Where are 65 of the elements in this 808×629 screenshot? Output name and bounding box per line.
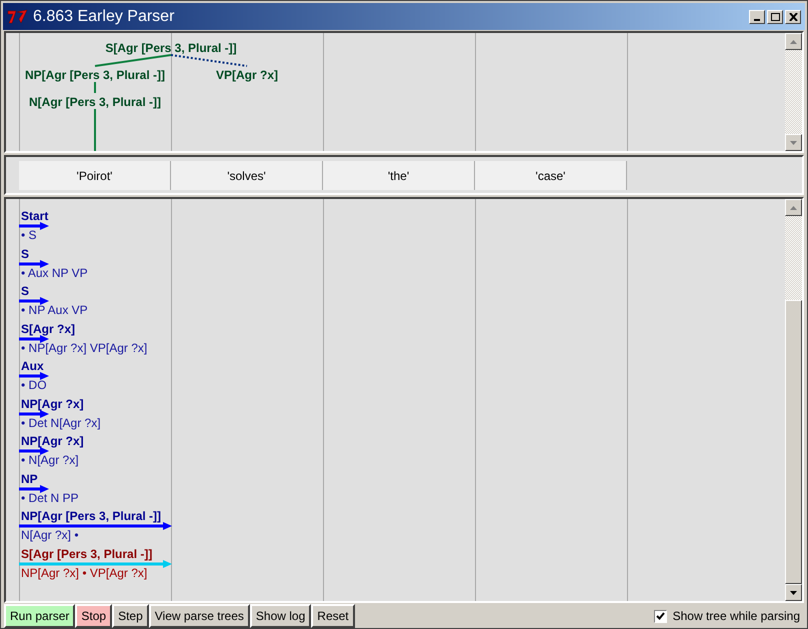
scroll-up-button[interactable] [785, 33, 802, 50]
edge-label: S[Agr [Pers 3, Plural -]] [20, 548, 152, 560]
toolbar-button[interactable]: Run parser [4, 604, 76, 628]
edge-label: S [20, 248, 30, 260]
word-cell: 'Poirot' [19, 161, 171, 190]
edge-label: NP[Agr ?x] [20, 435, 84, 448]
edge-rule: N[Agr ?x] • [20, 529, 79, 542]
tree-node-label: VP[Agr ?x] [216, 68, 278, 82]
checkmark-icon [656, 612, 665, 620]
edge-arrow[interactable] [19, 447, 49, 455]
edge-label: S[Agr ?x] [20, 322, 75, 336]
word-cell: 'the' [323, 161, 475, 190]
edge-arrow[interactable] [19, 297, 49, 305]
toolbar-button[interactable]: View parse trees [148, 604, 250, 628]
edge-arrow[interactable] [19, 410, 49, 418]
scrollbar[interactable] [785, 199, 802, 601]
scroll-down-button[interactable] [785, 584, 802, 601]
edge-rule: NP[Agr ?x] • VP[Agr ?x] [20, 566, 148, 580]
scroll-thumb[interactable] [785, 300, 802, 584]
window-title: 6.863 Earley Parser [33, 8, 176, 24]
edge-arrow[interactable] [19, 522, 172, 530]
edge-label: NP [20, 472, 38, 486]
edge-rule: • NP[Agr ?x] VP[Agr ?x] [20, 342, 148, 354]
tree-node-label: S[Agr [Pers 3, Plural -]] [105, 41, 237, 55]
toolbar-button[interactable]: Stop [75, 604, 112, 628]
maximize-button[interactable] [767, 10, 783, 24]
up-arrow-icon [790, 206, 797, 210]
maximize-icon [770, 12, 780, 20]
down-arrow-icon [790, 140, 797, 144]
edge-rule: • Det N[Agr ?x] [20, 416, 101, 430]
edge-rule: • N[Agr ?x] [20, 454, 79, 467]
checkbox[interactable] [654, 610, 667, 622]
minimize-button[interactable] [749, 10, 765, 24]
scroll-up-button[interactable] [785, 199, 802, 216]
edge-rule: • S [20, 229, 37, 242]
close-icon [788, 12, 798, 20]
scrollbar[interactable] [785, 33, 802, 151]
edge-rule: • NP Aux VP [20, 304, 88, 317]
toolbar-button[interactable]: Show log [250, 604, 312, 628]
edge-rule: • DO [20, 379, 47, 392]
edge-arrow[interactable] [19, 334, 49, 342]
down-arrow-icon [790, 590, 797, 594]
edge-label: Start [20, 210, 48, 223]
edge-label: Aux [20, 360, 44, 373]
feather-logo-icon [7, 8, 29, 24]
edge-label: NP[Agr ?x] [20, 398, 84, 410]
toolbar-button[interactable]: Step [112, 604, 149, 628]
tree-node-label: N[Agr [Pers 3, Plural -]] [28, 95, 162, 109]
close-button[interactable] [785, 10, 801, 24]
toolbar-button[interactable]: Reset [311, 604, 355, 628]
edge-rule: • Det N PP [20, 492, 79, 504]
edge-label: S [20, 285, 30, 298]
word-cell: 'case' [475, 161, 627, 190]
up-arrow-icon [790, 40, 797, 44]
edge-rule: • Aux NP VP [20, 266, 88, 280]
edge-label: NP[Agr [Pers 3, Plural -]] [20, 510, 162, 523]
word-cell: 'solves' [171, 161, 323, 190]
edge-arrow[interactable] [19, 260, 49, 268]
edge-arrow[interactable] [19, 372, 49, 380]
edge-arrow[interactable] [19, 484, 49, 492]
scroll-down-button[interactable] [785, 134, 802, 151]
minimize-icon [754, 18, 760, 20]
tree-node-label: NP[Agr [Pers 3, Plural -]] [24, 68, 166, 82]
checkbox-label: Show tree while parsing [672, 608, 800, 625]
edge-arrow[interactable] [19, 222, 49, 230]
